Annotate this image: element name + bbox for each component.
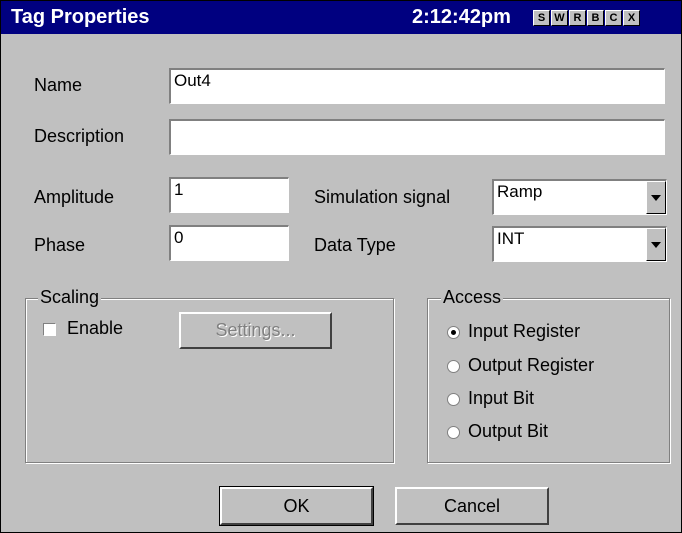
input-bit-radio[interactable]: [447, 393, 460, 406]
input-bit-label[interactable]: Input Bit: [468, 388, 534, 409]
simulation-signal-label: Simulation signal: [314, 187, 451, 207]
data-type-label: Data Type: [314, 235, 396, 255]
access-group-title: Access: [441, 287, 504, 308]
cancel-button[interactable]: Cancel: [395, 487, 549, 525]
s-button[interactable]: S: [533, 10, 550, 26]
description-input[interactable]: [169, 119, 665, 155]
data-type-value: INT: [497, 229, 525, 248]
title-bar[interactable]: Tag Properties 2:12:42pm S W R B C X: [1, 1, 681, 34]
enable-label[interactable]: Enable: [67, 318, 123, 339]
amplitude-input[interactable]: 1: [169, 177, 289, 213]
c-button[interactable]: C: [605, 10, 622, 26]
name-label: Name: [34, 75, 83, 95]
r-button[interactable]: R: [569, 10, 586, 26]
tag-properties-dialog: Tag Properties 2:12:42pm S W R B C X Nam…: [0, 0, 682, 533]
chevron-down-icon[interactable]: [646, 181, 666, 214]
scaling-group-title: Scaling: [38, 287, 102, 308]
output-bit-label[interactable]: Output Bit: [468, 421, 548, 442]
enable-checkbox[interactable]: [43, 323, 56, 336]
w-button[interactable]: W: [551, 10, 568, 26]
data-type-select[interactable]: INT: [492, 226, 667, 262]
settings-button[interactable]: Settings...: [179, 312, 332, 349]
input-register-label[interactable]: Input Register: [468, 321, 580, 342]
window-title: Tag Properties: [11, 6, 150, 28]
description-label: Description: [34, 126, 125, 146]
phase-label: Phase: [34, 235, 86, 255]
b-button[interactable]: B: [587, 10, 604, 26]
output-register-label[interactable]: Output Register: [468, 355, 594, 376]
amplitude-label: Amplitude: [34, 187, 115, 207]
output-bit-radio[interactable]: [447, 426, 460, 439]
ok-button[interactable]: OK: [219, 486, 374, 526]
close-button[interactable]: X: [623, 10, 640, 26]
phase-input[interactable]: 0: [169, 225, 289, 261]
chevron-down-icon[interactable]: [646, 228, 666, 261]
clock-time: 2:12:42pm: [412, 6, 511, 28]
output-register-radio[interactable]: [447, 360, 460, 373]
simulation-signal-select[interactable]: Ramp: [492, 179, 667, 215]
name-input[interactable]: Out4: [169, 68, 665, 104]
simulation-signal-value: Ramp: [497, 182, 543, 201]
input-register-radio[interactable]: [447, 326, 460, 339]
